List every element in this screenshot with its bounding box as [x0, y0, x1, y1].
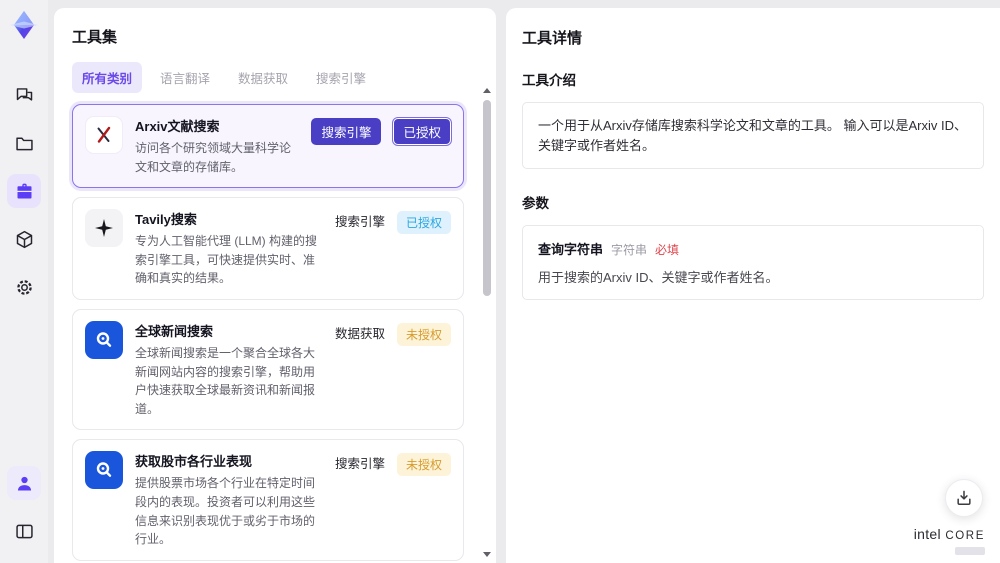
download-icon — [957, 490, 971, 505]
core-logo-text: core — [945, 530, 985, 543]
intel-logo-text: intel — [913, 526, 941, 543]
tool-desc: 访问各个研究领域大量科学论文和文章的存储库。 — [135, 141, 292, 174]
nav-chat-icon[interactable] — [7, 78, 41, 112]
params-heading: 参数 — [522, 196, 549, 211]
intro-heading: 工具介绍 — [522, 73, 576, 88]
tool-desc: 提供股票市场各个行业在特定时间段内的表现。投资者可以利用这些信息来识别表现优于或… — [135, 476, 316, 547]
nav-tools-icon[interactable] — [7, 174, 41, 208]
tab-data-fetch[interactable]: 数据获取 — [228, 62, 298, 93]
scrollbar-thumb[interactable] — [483, 100, 491, 296]
param-name: 查询字符串 — [538, 242, 604, 257]
param-card: 查询字符串 字符串 必填 用于搜索的Arxiv ID、关键字或作者姓名。 — [522, 225, 984, 300]
tool-status-badge: 未授权 — [396, 322, 451, 346]
nav-settings-icon[interactable] — [7, 270, 41, 304]
tab-all-categories[interactable]: 所有类别 — [72, 62, 143, 93]
param-type: 字符串 — [611, 243, 648, 257]
page-title: 工具集 — [72, 29, 118, 46]
nav-panel-toggle-icon[interactable] — [7, 514, 41, 548]
param-desc: 用于搜索的Arxiv ID、关键字或作者姓名。 — [538, 270, 779, 285]
tool-card[interactable]: Arxiv文献搜索 访问各个研究领域大量科学论文和文章的存储库。 搜索引擎 已授… — [72, 104, 464, 189]
tool-icon — [85, 209, 123, 248]
tool-card[interactable]: 全球新闻搜索 全球新闻搜索是一个聚合全球各大新闻网站内容的搜索引擎，帮助用户快速… — [72, 308, 464, 431]
intel-core-sublabel — [955, 547, 985, 555]
tab-language-translation[interactable]: 语言翻译 — [150, 62, 220, 93]
tool-desc: 全球新闻搜索是一个聚合全球各大新闻网站内容的搜索引擎，帮助用户快速获取全球最新资… — [135, 345, 316, 416]
tool-icon — [85, 116, 123, 154]
category-tabs: 所有类别 语言翻译 数据获取 搜索引擎 — [72, 62, 480, 93]
tool-status-badge: 已授权 — [393, 118, 451, 145]
tool-status-badge: 未授权 — [396, 453, 451, 477]
tool-intro-text: 一个用于从Arxiv存储库搜索科学论文和文章的工具。 输入可以是Arxiv ID… — [522, 102, 984, 169]
tools-panel: 工具集 所有类别 语言翻译 数据获取 搜索引擎 Arxiv文献搜索 访问各个研究… — [54, 8, 496, 563]
tool-list: Arxiv文献搜索 访问各个研究领域大量科学论文和文章的存储库。 搜索引擎 已授… — [72, 104, 480, 563]
tool-card[interactable]: Tavily搜索 专为人工智能代理 (LLM) 构建的搜索引擎工具，可快速提供实… — [72, 197, 464, 300]
tool-icon — [85, 451, 123, 490]
app-logo-icon — [8, 9, 40, 41]
tool-list-scrollbar — [482, 88, 492, 557]
tool-category-tag: 数据获取 — [334, 326, 385, 341]
tool-status-badge: 已授权 — [396, 211, 451, 235]
tool-category-tag: 搜索引擎 — [334, 215, 385, 230]
download-button[interactable] — [945, 479, 983, 517]
tool-icon — [85, 320, 123, 359]
tool-category-tag: 搜索引擎 — [311, 118, 382, 145]
tool-name: Tavily搜索 — [135, 212, 197, 228]
scroll-up-icon[interactable] — [483, 88, 491, 93]
tool-card[interactable]: 获取股市各行业表现 提供股票市场各个行业在特定时间段内的表现。投资者可以利用这些… — [72, 439, 464, 561]
intel-core-logo: intel core — [914, 526, 985, 555]
nav-profile-icon[interactable] — [7, 466, 41, 500]
scroll-down-icon[interactable] — [483, 552, 491, 557]
tool-name: Arxiv文献搜索 — [135, 119, 220, 134]
details-title: 工具详情 — [522, 30, 583, 47]
tool-desc: 专为人工智能代理 (LLM) 构建的搜索引擎工具，可快速提供实时、准确和真实的结… — [135, 234, 318, 286]
tool-name: 获取股市各行业表现 — [135, 454, 253, 470]
app-sidebar — [0, 0, 48, 563]
tool-name: 全球新闻搜索 — [135, 323, 214, 339]
nav-files-icon[interactable] — [7, 126, 41, 160]
nav-models-icon[interactable] — [7, 222, 41, 256]
tool-details-panel: 工具详情 工具介绍 一个用于从Arxiv存储库搜索科学论文和文章的工具。 输入可… — [506, 8, 1000, 563]
tab-search-engine[interactable]: 搜索引擎 — [306, 62, 376, 93]
param-required-flag: 必填 — [655, 243, 680, 257]
tool-category-tag: 搜索引擎 — [334, 457, 385, 472]
